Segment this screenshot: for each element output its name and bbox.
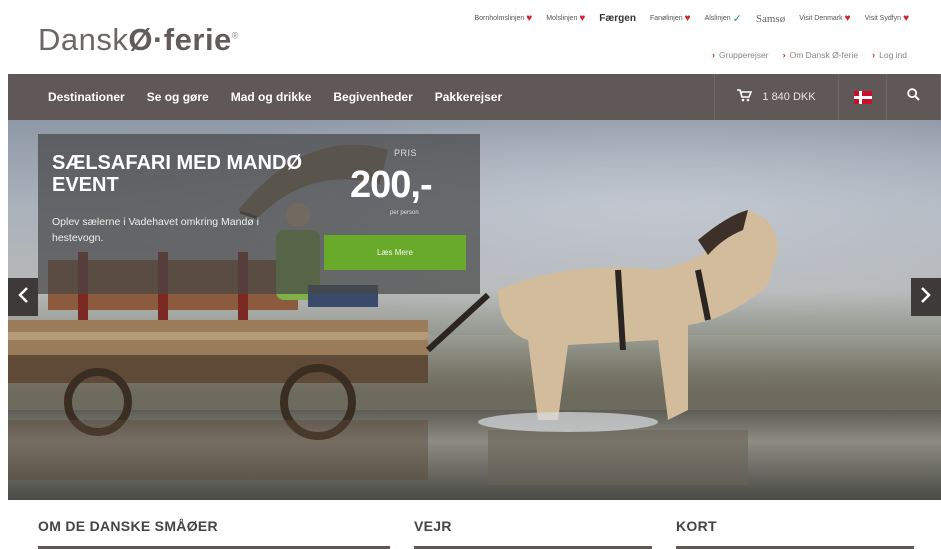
site-logo[interactable]: DanskØ·ferie® (38, 22, 239, 58)
chevron-right-icon: › (782, 50, 786, 60)
partner-name: Fanølinjen (649, 15, 683, 22)
section-vejr: VEJR (414, 518, 452, 534)
hero-promo-box: SÆLSAFARI MED MANDØ EVENT Oplev sælerne … (38, 134, 480, 294)
hero-slider: SÆLSAFARI MED MANDØ EVENT Oplev sælerne … (8, 120, 941, 500)
check-icon: ✓ (732, 13, 742, 25)
wagon-bed-shadow (8, 355, 428, 383)
read-more-button[interactable]: Læs Mere (324, 235, 466, 270)
horse-body (498, 210, 778, 420)
search-icon (907, 88, 920, 106)
heart-icon: ♥ (903, 12, 909, 24)
heart-icon: ♥ (684, 12, 691, 24)
toplink-label: Grupperejser (719, 50, 769, 60)
partner-name: Molslinjen (546, 15, 578, 22)
partner-logo-6[interactable]: Visit Denmark ♥ (799, 12, 851, 24)
partner-name: Alslinjen (704, 15, 731, 22)
section-title: KORT (676, 518, 717, 534)
danish-flag-icon (853, 90, 872, 104)
site-header: DanskØ·ferie® Bornholmslinjen ♥ Molslinj… (0, 0, 941, 74)
top-links: › Grupperejser › Om Dansk Ø-ferie › Log … (712, 50, 907, 60)
water-splash (478, 412, 658, 432)
partner-logo-7[interactable]: Visit Sydfyn ♥ (864, 12, 909, 24)
toplink-label: Om Dansk Ø-ferie (789, 50, 859, 60)
heart-icon: ♥ (844, 12, 851, 24)
hero-description: Oplev sælerne i Vadehavet omkring Mandø … (52, 216, 259, 244)
partner-name: Visit Sydfyn (864, 15, 902, 22)
section-title: VEJR (414, 518, 452, 534)
chevron-right-icon (920, 286, 932, 309)
language-button[interactable] (838, 74, 886, 120)
partner-logo-3[interactable]: Fanølinjen ♥ (649, 12, 691, 24)
hero-title: SÆLSAFARI MED MANDØ EVENT (52, 152, 302, 196)
slider-prev-button[interactable] (8, 278, 38, 316)
partner-logos: Bornholmslinjen ♥ Molslinjen ♥ Færgen Fa… (474, 12, 909, 26)
chevron-right-icon: › (872, 50, 876, 60)
partner-logo-2[interactable]: Færgen (599, 13, 636, 24)
section-kort: KORT (676, 518, 717, 534)
water-reflection (8, 420, 428, 480)
logo-text-oferie: Ø·ferie (128, 22, 232, 57)
main-nav: Destinationer Se og gøre Mad og drikke B… (8, 74, 941, 120)
partner-name: Visit Denmark (799, 15, 843, 22)
toplink-grupperejser[interactable]: › Grupperejser (712, 50, 769, 60)
partner-name: Samsø (755, 12, 786, 25)
nav-item-pakkerejser[interactable]: Pakkerejser (424, 74, 513, 120)
nav-item-begivenheder[interactable]: Begivenheder (322, 74, 423, 120)
chevron-right-icon: › (712, 50, 715, 60)
partner-logo-4[interactable]: Alslinjen ✓ (705, 12, 742, 25)
nav-right: 1 840 DKK (714, 74, 941, 120)
water-reflection (488, 430, 748, 485)
toplink-om[interactable]: › Om Dansk Ø-ferie (783, 50, 859, 60)
content-sections: OM DE DANSKE SMÅØER VEJR KORT (8, 500, 941, 549)
cart-icon (737, 89, 753, 105)
section-om-smaaoer: OM DE DANSKE SMÅØER (38, 518, 218, 534)
price-unit: per person (390, 210, 419, 216)
partner-name: Bornholmslinjen (474, 15, 525, 22)
nav-item-mad-og-drikke[interactable]: Mad og drikke (220, 74, 323, 120)
partner-logo-5[interactable]: Samsø (756, 13, 785, 25)
nav-item-destinationer[interactable]: Destinationer (8, 74, 136, 120)
price-value: 200,- (350, 164, 433, 206)
partner-name: Færgen (599, 13, 636, 24)
logo-text-dansk: Dansk (38, 22, 129, 57)
logo-registered: ® (231, 30, 239, 41)
chevron-left-icon (17, 286, 29, 309)
wagon-bed-stripe (8, 332, 428, 340)
partner-logo-1[interactable]: Molslinjen ♥ (546, 12, 586, 24)
heart-icon: ♥ (579, 12, 586, 24)
cart-total: 1 840 DKK (762, 91, 816, 103)
toplink-label: Log ind (879, 50, 907, 60)
partner-logo-0[interactable]: Bornholmslinjen ♥ (474, 12, 533, 24)
section-title: OM DE DANSKE SMÅØER (38, 518, 218, 534)
price-label: PRIS (394, 148, 418, 158)
search-button[interactable] (886, 74, 941, 120)
heart-icon: ♥ (526, 12, 533, 24)
slider-next-button[interactable] (911, 278, 941, 316)
cart-button[interactable]: 1 840 DKK (714, 74, 838, 120)
toplink-login[interactable]: › Log ind (872, 50, 907, 60)
nav-item-se-og-gore[interactable]: Se og gøre (136, 74, 220, 120)
